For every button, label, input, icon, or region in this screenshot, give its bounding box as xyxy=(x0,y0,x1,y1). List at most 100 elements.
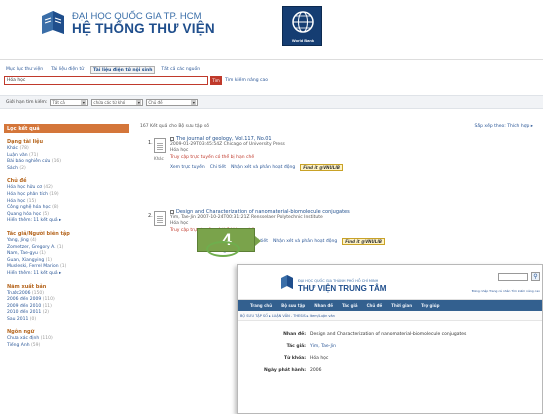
facet-title: Năm xuất bản xyxy=(7,283,47,290)
facet-item[interactable]: 2006 đến 2009 (110) xyxy=(7,297,129,304)
show-more-link[interactable]: Hiển thêm: 11 kết quả ▸ xyxy=(7,271,129,278)
nav-dates[interactable]: Thời gian xyxy=(391,303,412,308)
search-tabs: Mục lục thư viện Tài liệu điện tử Tài li… xyxy=(4,66,202,74)
search-input[interactable]: Hóa học xyxy=(4,76,208,85)
callout-arrow-icon xyxy=(255,236,261,246)
globe-icon xyxy=(292,11,314,33)
details-link[interactable]: Chi tiết xyxy=(210,165,226,170)
document-icon xyxy=(154,211,166,226)
field-row: Ngày phát hành: 2006 xyxy=(238,365,542,377)
world-bank-logo: World Bank xyxy=(282,6,322,46)
filter-label: Giới hạn tìm kiếm: xyxy=(6,99,48,105)
results-summary: 167 Kết quả cho Bộ sưu tập số xyxy=(140,124,209,129)
nav-help[interactable]: Trợ giúp xyxy=(421,303,439,308)
popup-subtitle: ĐẠI HỌC QUỐC GIA THÀNH PHỐ HỒ CHÍ MINH xyxy=(298,279,379,283)
facet-title: Dạng tài liệu xyxy=(7,139,44,145)
tab-all-sources[interactable]: Tất cả các nguồn xyxy=(159,66,202,74)
document-icon xyxy=(154,138,166,153)
popup-search-input[interactable] xyxy=(498,273,528,281)
sidebar-heading: Lọc kết quả xyxy=(4,124,129,133)
search-icon[interactable]: ⚲ xyxy=(531,272,540,281)
match-select[interactable]: chứa các từ khó ▾ xyxy=(91,98,144,106)
header-title: HỆ THỐNG THƯ VIỆN xyxy=(72,21,215,36)
facet-item[interactable]: Musleski, Ferrel Marion (1) xyxy=(7,264,129,271)
facet-item[interactable]: Bài báo nghiên cứu (16) xyxy=(7,159,129,166)
facet-item[interactable]: Sau 2011 (0) xyxy=(7,317,129,324)
facet-title: Tác giả/Người biên tập xyxy=(7,230,70,237)
show-more-link[interactable]: Hiển thêm: 11 kết quả ▸ xyxy=(7,218,129,225)
field-label: Nhan đề: xyxy=(283,332,306,337)
nav-home[interactable]: Trang chủ xyxy=(250,303,272,308)
field-row: Tác giả: Yim, Tae-Jin xyxy=(238,341,542,353)
world-bank-text: World Bank xyxy=(291,38,315,43)
facet-title: Ngôn ngữ xyxy=(7,329,35,336)
library-logo-icon xyxy=(281,275,293,289)
popup-title: THƯ VIỆN TRUNG TÂM xyxy=(298,284,387,293)
advanced-search-link[interactable]: Tìm kiếm nâng cao xyxy=(225,78,268,83)
result-number: 2. xyxy=(148,213,153,219)
facet-item[interactable]: Sách (2) xyxy=(7,166,129,173)
facet-item[interactable]: 2010 đến 2011 (2) xyxy=(7,310,129,317)
facet-subject: Chủ đề Hóa học hữu cơ (42) Hóa học phân … xyxy=(4,178,129,225)
chevron-down-icon: ▾ xyxy=(191,99,197,105)
document-type: Khác xyxy=(154,156,164,161)
facet-item[interactable]: Khác (78) xyxy=(7,146,129,153)
nav-collections[interactable]: Bộ sưu tập xyxy=(281,303,305,308)
field-value: Hóa học xyxy=(310,356,329,361)
nav-titles[interactable]: Nhan đề xyxy=(314,303,333,308)
facet-item[interactable]: Nam, Tae-gyu (1) xyxy=(7,251,129,258)
result-number: 1. xyxy=(148,140,153,146)
facet-item[interactable]: Hóa học hữu cơ (42) xyxy=(7,185,129,192)
field-value: Design and Characterization of nanomater… xyxy=(310,332,467,337)
search-button[interactable]: Tìm xyxy=(210,76,222,85)
sort-link[interactable]: Sắp xếp theo: Thích hợp ▸ xyxy=(475,124,533,133)
tab-catalog[interactable]: Mục lục thư viện xyxy=(4,66,45,74)
facet-item[interactable]: Công nghệ hóa học (8) xyxy=(7,205,129,212)
result-item: 1. Khác The journal of geology, Vol.117,… xyxy=(140,136,543,206)
facet-language: Ngôn ngữ Chưa xác định (110) Tiếng Anh (… xyxy=(4,329,129,349)
tab-e-resources[interactable]: Tài liệu điện tử xyxy=(49,66,86,74)
findit-button[interactable]: Find it @VNULIB xyxy=(342,238,385,245)
nav-subjects[interactable]: Chủ đề xyxy=(367,303,383,308)
field-row: Nhan đề: Design and Characterization of … xyxy=(238,329,542,341)
detail-popup: ĐẠI HỌC QUỐC GIA THÀNH PHỐ HỒ CHÍ MINH T… xyxy=(237,264,543,414)
result-subject: Hóa học xyxy=(170,221,189,226)
field-label: Từ khóa: xyxy=(284,356,306,361)
record-fields: Nhan đề: Design and Characterization of … xyxy=(238,321,542,377)
tab-internal-e-resources[interactable]: Tài liệu điện tử nội sinh xyxy=(90,66,156,74)
facet-item[interactable]: Hóa học phân tích (19) xyxy=(7,192,129,199)
facet-doc-type: Dạng tài liệu Khác (78) Luận văn (71) Bà… xyxy=(4,139,129,172)
facet-item[interactable]: Tiếng Anh (59) xyxy=(7,343,129,350)
field-label: Tác giả: xyxy=(286,344,306,349)
search-row: Hóa học Tìm Tìm kiếm nâng cao xyxy=(4,76,268,85)
select-checkbox[interactable] xyxy=(170,136,174,141)
breadcrumb[interactable]: BỘ SƯU TẬP SỐ ▸ LUẬN VĂN - THESIS ▸ Item… xyxy=(238,311,542,321)
author-link[interactable]: Yim, Tae-Jin xyxy=(310,341,336,353)
facet-item[interactable]: Yang, Jing (4) xyxy=(7,238,129,245)
facet-sidebar: Lọc kết quả Dạng tài liệu Khác (78) Luận… xyxy=(4,124,129,414)
field-row: Từ khóa: Hóa học xyxy=(238,353,542,365)
field-value: 2006 xyxy=(310,368,322,373)
result-actions: Xem trực tuyến Chi tiết Nhận xét và phản… xyxy=(170,164,543,171)
scope-select[interactable]: Tất cả ▾ xyxy=(50,98,89,106)
popup-nav: Trang chủ Bộ sưu tập Nhan đề Tác giả Chủ… xyxy=(238,300,542,311)
access-note[interactable]: Truy cập trực tuyến có thể bị hạn chế xyxy=(170,155,543,160)
facet-author: Tác giả/Người biên tập Yang, Jing (4) Zo… xyxy=(4,231,129,278)
popup-top-links[interactable]: Đăng nhập Trang cá nhân Tìm kiếm nâng ca… xyxy=(472,289,540,293)
site-header: ĐẠI HỌC QUỐC GIA TP. HCM HỆ THỐNG THƯ VI… xyxy=(0,0,543,60)
filter-row: Giới hạn tìm kiếm: Tất cả ▾ chứa các từ k… xyxy=(0,95,543,109)
nav-authors[interactable]: Tác giả xyxy=(342,303,358,308)
popup-header: ĐẠI HỌC QUỐC GIA THÀNH PHỐ HỒ CHÍ MINH T… xyxy=(238,265,542,300)
highlight-ellipse xyxy=(206,241,240,257)
facet-title: Chủ đề xyxy=(7,178,27,185)
facet-year: Năm xuất bản Trước2006 (150) 2006 đến 20… xyxy=(4,284,129,324)
select-checkbox[interactable] xyxy=(170,209,174,214)
result-subject: Hóa học xyxy=(170,148,189,153)
findit-button[interactable]: Find it @VNULIB xyxy=(300,164,343,171)
results-bar: 167 Kết quả cho Bộ sưu tập số Sắp xếp th… xyxy=(140,124,543,133)
chevron-down-icon: ▾ xyxy=(136,99,142,105)
view-online-link[interactable]: Xem trực tuyến xyxy=(170,165,205,170)
comment-link[interactable]: Nhận xét và phản hoạt động xyxy=(231,165,295,170)
chevron-down-icon: ▾ xyxy=(81,99,87,105)
field-select[interactable]: Chủ đề ▾ xyxy=(146,98,199,106)
